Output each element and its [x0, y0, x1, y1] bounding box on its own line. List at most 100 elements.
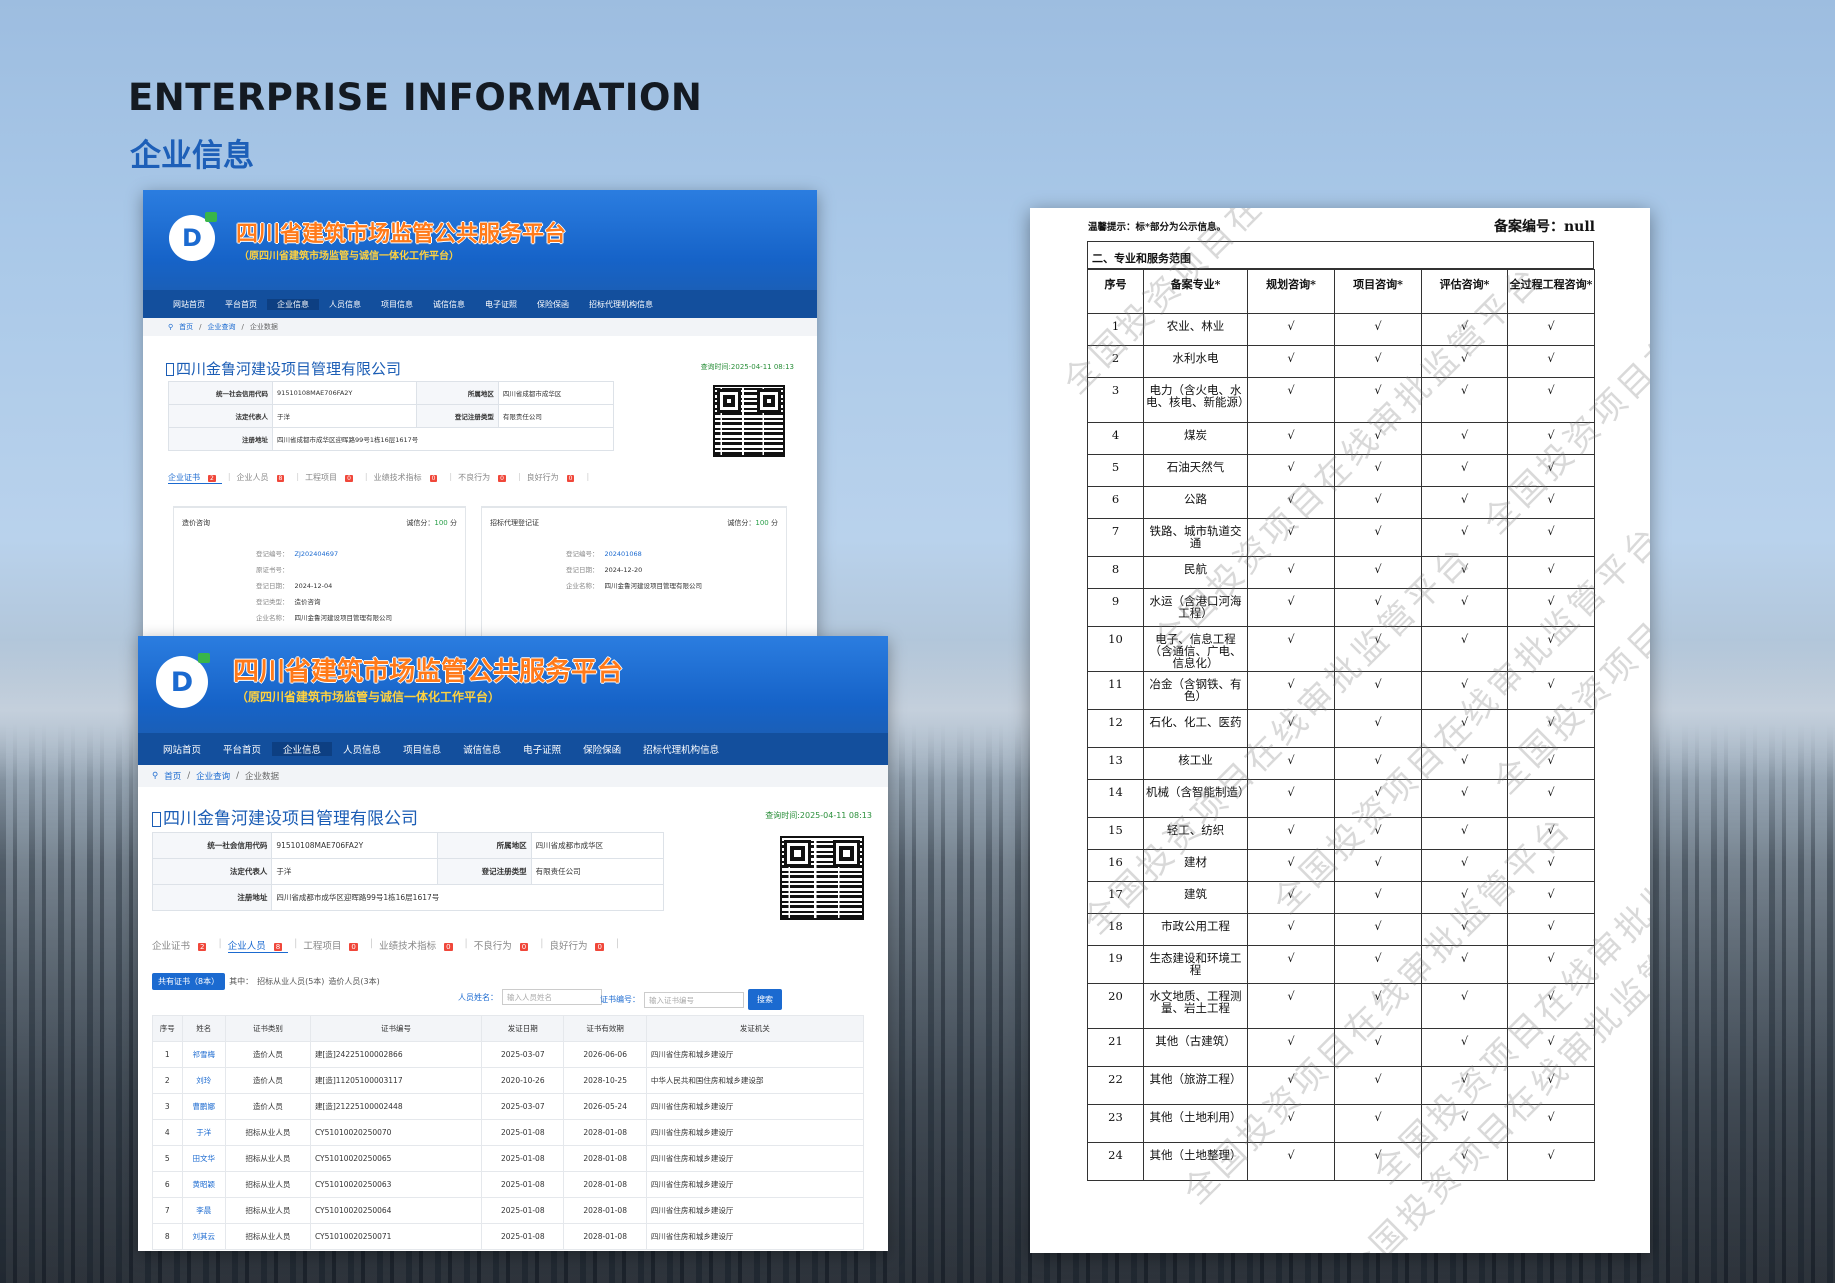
nav-item[interactable]: 保险保函: [527, 299, 579, 310]
building-icon: [166, 363, 174, 376]
name-search-input[interactable]: 输入人员姓名: [502, 989, 602, 1005]
nav-item[interactable]: 平台首页: [212, 742, 272, 756]
staff-col-header: 姓名: [181, 1015, 226, 1042]
nav-item[interactable]: 人员信息: [332, 742, 392, 756]
staff-col-header: 证书类别: [224, 1015, 311, 1042]
table-cell: 2028-01-08: [563, 1119, 647, 1146]
platform-title: 四川省建筑市场监管公共服务平台: [233, 657, 624, 687]
breadcrumb-item[interactable]: 企业查询: [196, 770, 230, 782]
staff-name-link[interactable]: 李晨: [181, 1197, 226, 1224]
tab-staff[interactable]: 企业人员 8: [227, 938, 289, 953]
table-cell: 2025-01-08: [481, 1171, 565, 1198]
nav-item-active[interactable]: 企业信息: [267, 298, 319, 310]
tab-bad-record[interactable]: 不良行为 0: [458, 472, 512, 484]
table-cell: 四川省住房和城乡建设厅: [645, 1145, 865, 1172]
table-row: 3 曹鹏娜 造价人员 建[造]21225100002448 2025-03-07 2026…: [152, 1093, 865, 1120]
staff-name-link[interactable]: 田文华: [181, 1145, 226, 1172]
tab-bad-record[interactable]: 不良行为 0: [474, 938, 534, 953]
row-number: 6: [1087, 486, 1144, 519]
filter-cost-staff[interactable]: 造价人员(3本): [328, 976, 379, 987]
scope-row: 3 电力（含火电、水电、核电、新能源） √ √ √ √: [1087, 377, 1595, 423]
staff-name-link[interactable]: 黄昭颖: [181, 1171, 226, 1198]
staff-name-link[interactable]: 曹鹏娜: [181, 1093, 226, 1120]
company-name: 四川金鲁河建设项目管理有限公司: [166, 358, 401, 379]
table-cell: 2020-10-26: [481, 1067, 565, 1094]
tab-certificates[interactable]: 企业证书 2: [168, 472, 222, 484]
breadcrumb-item[interactable]: 企业查询: [208, 322, 236, 332]
breadcrumb-home[interactable]: 首页: [179, 322, 193, 332]
breadcrumb-home[interactable]: 首页: [164, 770, 181, 782]
nav-item[interactable]: 诚信信息: [452, 742, 512, 756]
table-cell: 2025-03-07: [481, 1041, 565, 1068]
staff-name-link[interactable]: 刘其云: [181, 1223, 226, 1250]
row-number: 24: [1087, 1142, 1144, 1181]
check-mark: √: [1334, 1066, 1422, 1105]
table-cell: 2026-05-24: [563, 1093, 647, 1120]
platform-banner: D 四川省建筑市场监管公共服务平台 （原四川省建筑市场监管与诚信一体化工作平台）: [138, 636, 888, 733]
tab-good-record[interactable]: 良好行为 0: [549, 938, 609, 953]
platform-subtitle: （原四川省建筑市场监管与诚信一体化工作平台）: [236, 690, 501, 704]
staff-name-link[interactable]: 刘玲: [181, 1067, 226, 1094]
total-cert-pill[interactable]: 共有证书（8本）: [152, 973, 226, 990]
table-cell: 2025-03-07: [481, 1093, 565, 1120]
row-number: 21: [1087, 1028, 1144, 1067]
nav-item[interactable]: 人员信息: [319, 299, 371, 310]
table-cell: 建[造]11205100003117: [309, 1067, 483, 1094]
cert-summary: 共有证书（8本） 其中： 招标从业人员(5本) 造价人员(3本): [152, 973, 380, 990]
nav-item[interactable]: 平台首页: [215, 299, 267, 310]
table-cell: 2025-01-08: [481, 1145, 565, 1172]
nav-item[interactable]: 电子证照: [512, 742, 572, 756]
nav-item[interactable]: 网站首页: [163, 299, 215, 310]
scope-row: 19 生态建设和环境工程 √ √ √ √: [1087, 945, 1595, 984]
cert-card-cost-consulting: 造价咨询 诚信分：100 分 登记编号： ZJ202404697 原证书号： 登记…: [173, 506, 466, 640]
platform-logo-icon: D: [156, 653, 210, 708]
nav-item[interactable]: 招标代理机构信息: [632, 742, 730, 756]
scope-row: 2 水利水电 √ √ √ √: [1087, 345, 1595, 378]
main-nav: 网站首页 平台首页 企业信息 人员信息 项目信息 诚信信息 电子证照 保险保函 …: [138, 733, 888, 765]
table-cell: 造价人员: [224, 1093, 311, 1120]
tab-projects[interactable]: 工程项目 0: [305, 472, 359, 484]
table-cell: 造价人员: [224, 1067, 311, 1094]
check-mark: √: [1421, 422, 1508, 455]
row-number: 8: [1087, 556, 1144, 589]
table-cell: 4: [152, 1119, 183, 1146]
cert-search-input[interactable]: 输入证书编号: [644, 991, 744, 1008]
nav-item-active[interactable]: 企业信息: [272, 742, 333, 756]
row-number: 22: [1087, 1066, 1144, 1105]
nav-item[interactable]: 诚信信息: [423, 299, 475, 310]
nav-item[interactable]: 项目信息: [392, 742, 452, 756]
row-number: 14: [1087, 779, 1144, 818]
nav-item[interactable]: 保险保函: [572, 742, 632, 756]
tab-performance[interactable]: 业绩技术指标 0: [374, 472, 444, 484]
cert-search: 证书编号： 输入证书编号 搜索: [600, 989, 782, 1010]
nav-item[interactable]: 网站首页: [152, 742, 212, 756]
table-cell: 6: [152, 1171, 183, 1198]
tab-performance[interactable]: 业绩技术指标 0: [379, 938, 458, 953]
table-cell: 建[造]24225100002866: [309, 1041, 483, 1068]
breadcrumb: ⚲ 首页 / 企业查询 / 企业数据: [138, 765, 888, 787]
table-cell: 5: [152, 1145, 183, 1172]
table-cell: 四川省住房和城乡建设厅: [645, 1171, 865, 1198]
company-info-table: 统一社会信用代码 91510108MAE706FA2Y 所属地区 四川省成都市成华区 …: [151, 832, 665, 911]
table-row: 2 刘玲 造价人员 建[造]11205100003117 2020-10-26 2028-…: [152, 1067, 865, 1094]
tab-projects[interactable]: 工程项目 0: [303, 938, 363, 953]
breadcrumb-current: 企业数据: [249, 323, 278, 331]
check-mark: √: [1247, 313, 1335, 346]
tab-certificates[interactable]: 企业证书 2: [152, 938, 212, 953]
major-name: 水利水电: [1143, 345, 1248, 378]
filter-bidding-staff[interactable]: 招标从业人员(5本): [257, 976, 324, 987]
nav-item[interactable]: 项目信息: [371, 299, 423, 310]
staff-name-link[interactable]: 于洋: [181, 1119, 226, 1146]
table-cell: 招标从业人员: [224, 1197, 311, 1224]
tab-good-record[interactable]: 良好行为 0: [527, 472, 581, 484]
table-cell: 2028-01-08: [563, 1223, 647, 1250]
tab-staff[interactable]: 企业人员 8: [237, 472, 291, 484]
major-name: 冶金（含钢铁、有色）: [1143, 671, 1248, 710]
table-row: 8 刘其云 招标从业人员 CY51010020250071 2025-01-08 2028…: [152, 1223, 865, 1250]
search-button[interactable]: 搜索: [748, 989, 782, 1010]
staff-name-link[interactable]: 祁雪梅: [181, 1041, 226, 1068]
nav-item[interactable]: 招标代理机构信息: [579, 299, 663, 310]
nav-item[interactable]: 电子证照: [475, 299, 527, 310]
staff-col-header: 证书有效期: [563, 1015, 647, 1042]
qr-code: [780, 836, 864, 920]
